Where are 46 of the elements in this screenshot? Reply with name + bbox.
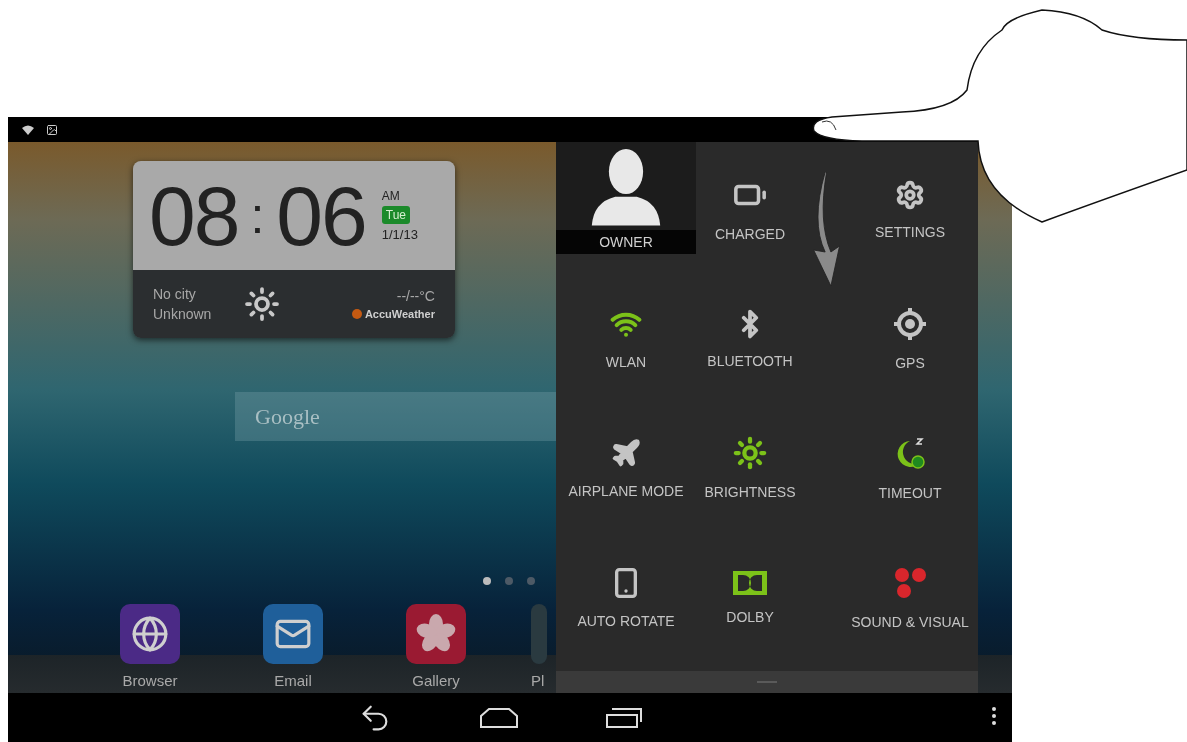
quick-setting-tile[interactable]: WLAN <box>556 272 696 400</box>
home-icon <box>480 707 518 728</box>
quick-setting-tile[interactable]: SETTINGS <box>842 142 978 272</box>
quick-setting-tile[interactable]: CHARGED <box>696 142 804 272</box>
clock-minutes: 06 <box>276 173 366 258</box>
search-placeholder: Google <box>255 403 320 430</box>
app-shortcut[interactable]: Gallery <box>406 604 466 693</box>
overflow-menu-icon <box>992 707 996 725</box>
page-dot[interactable] <box>505 577 513 585</box>
meridiem: AM <box>381 189 400 203</box>
recents-icon <box>606 707 642 728</box>
panel-handle[interactable] <box>556 671 978 693</box>
quick-setting-tile[interactable]: SOUND & VISUAL <box>842 530 978 660</box>
home-button[interactable] <box>480 707 518 728</box>
person-silhouette-icon <box>590 146 662 226</box>
temperature: --/--°C <box>396 288 435 304</box>
envelope-app-icon <box>263 604 323 664</box>
browser-app-icon <box>120 604 180 664</box>
quick-setting-tile[interactable]: TIMEOUT <box>842 400 978 530</box>
sun-icon <box>243 286 280 322</box>
quick-setting-tile[interactable]: AUTO ROTATE <box>556 530 696 660</box>
date: 1/1/13 <box>381 227 418 242</box>
quick-setting-tile[interactable]: GPS <box>842 272 978 400</box>
quick-setting-tile[interactable]: DOLBY <box>696 530 804 660</box>
recent-apps-button[interactable] <box>606 707 642 728</box>
menu-button[interactable] <box>992 707 996 725</box>
city: No city <box>153 286 196 302</box>
picture-icon <box>46 123 58 136</box>
page-dot[interactable] <box>483 577 491 585</box>
quick-setting-tile[interactable]: AIRPLANE MODE <box>556 400 696 530</box>
clock-separator: : <box>250 186 265 245</box>
provider-logo-icon <box>351 309 362 319</box>
app-shortcut[interactable]: Email <box>263 604 323 693</box>
flower-app-icon <box>406 604 466 664</box>
app-shortcut[interactable]: Pl <box>531 604 547 693</box>
quick-setting-tile[interactable]: BLUETOOTH <box>696 272 804 400</box>
quick-setting-tile[interactable]: BRIGHTNESS <box>696 400 804 530</box>
weather-provider: AccuWeather <box>364 308 435 320</box>
app-icon <box>531 604 547 664</box>
wifi-status-icon <box>22 124 34 135</box>
page-dot[interactable] <box>527 577 535 585</box>
weather-condition: Unknown <box>153 306 212 322</box>
clock-hours: 08 <box>149 173 239 258</box>
weekday: Tue <box>381 206 410 224</box>
app-shortcut[interactable]: Browser <box>120 604 180 693</box>
owner-tile[interactable]: OWNER <box>556 142 696 254</box>
